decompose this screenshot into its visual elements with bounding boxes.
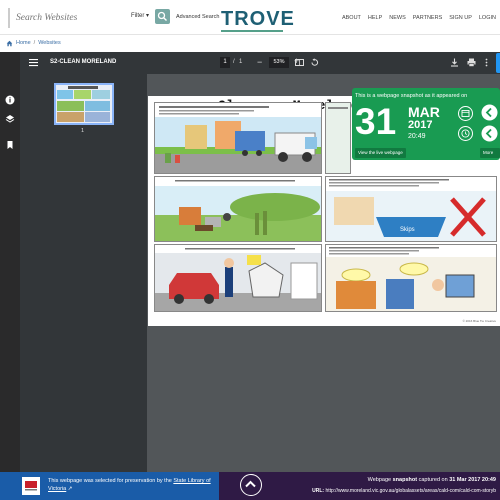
document-title: S2-CLEAN MORELAND	[50, 59, 117, 65]
zoom-level-input[interactable]: 53%	[269, 57, 289, 68]
breadcrumb-current[interactable]: Websites	[38, 40, 61, 46]
preservation-text: This webpage was selected for preservati…	[48, 477, 218, 493]
trove-logo[interactable]: TROVE	[221, 8, 295, 31]
zoom-out-icon[interactable]: −	[257, 57, 262, 67]
comic-panel-partial	[325, 102, 351, 174]
search-button[interactable]	[155, 9, 170, 24]
calendar-icon[interactable]	[458, 106, 473, 121]
page-total: 1	[239, 59, 243, 65]
top-nav: ABOUT HELP NEWS PARTNERS SIGN UP LOGIN	[342, 15, 496, 21]
nav-sign-up[interactable]: SIGN UP	[449, 15, 472, 21]
bookmark-icon[interactable]	[5, 140, 15, 150]
clock-icon[interactable]	[458, 126, 473, 141]
logo-underline	[221, 30, 283, 32]
pdf-toolbar: S2-CLEAN MORELAND 1 / 1 − 53% +	[20, 52, 500, 74]
chevron-up-icon	[245, 480, 256, 488]
page-number-input[interactable]: 1	[220, 57, 230, 68]
breadcrumb-home[interactable]: Home	[16, 40, 31, 46]
home-icon	[6, 40, 13, 46]
capture-middle: captured on	[418, 477, 448, 483]
nav-login[interactable]: LOGIN	[479, 15, 496, 21]
snapshot-panel: This is a webpage snapshot as it appeare…	[352, 88, 500, 165]
breadcrumb: Home / Websites	[6, 38, 61, 48]
snapshot-time: 20:49	[408, 133, 426, 140]
print-icon[interactable]	[467, 58, 476, 67]
archived-url[interactable]: http://www.moreland.vic.gov.au/globalass…	[325, 488, 496, 494]
left-rail	[0, 52, 20, 472]
menu-icon[interactable]	[29, 58, 38, 67]
previous-snapshot-icon[interactable]	[481, 104, 498, 121]
skip-bin-image: Skips	[326, 177, 496, 241]
external-link-icon[interactable]: ↗	[68, 486, 73, 492]
preservation-banner: This webpage was selected for preservati…	[0, 472, 219, 500]
nav-help[interactable]: HELP	[368, 15, 382, 21]
advanced-search-link[interactable]: Advanced Search	[176, 14, 219, 20]
snapshot-month: MAR	[408, 104, 440, 120]
fullscreen-button[interactable]	[496, 53, 500, 73]
filter-label: Filter	[131, 13, 145, 19]
info-icon[interactable]	[5, 95, 15, 105]
page-footnote: © 2016 Blue Tie Creative	[462, 319, 496, 323]
page-thumbnail[interactable]	[54, 83, 114, 125]
url-label: URL:	[312, 488, 325, 494]
comic-panel-skips: Skips	[325, 176, 497, 242]
next-snapshot-icon[interactable]	[481, 125, 498, 142]
nav-news[interactable]: NEWS	[389, 15, 406, 21]
breadcrumb-separator: /	[33, 40, 36, 46]
page-separator: /	[233, 59, 235, 65]
thumbnail-page-number: 1	[81, 128, 85, 134]
capture-date: 31 Mar 2017 20:49	[449, 477, 496, 483]
search-input[interactable]	[16, 9, 126, 27]
nav-partners[interactable]: PARTNERS	[413, 15, 442, 21]
collapse-banner-button[interactable]	[240, 474, 262, 496]
comic-panel-truck	[154, 102, 322, 174]
search-icon	[157, 11, 167, 21]
view-live-webpage-button[interactable]: View the live webpage	[355, 148, 406, 158]
comic-panel-fine	[154, 244, 322, 312]
capture-prefix: Webpage	[367, 477, 392, 483]
layers-icon[interactable]	[5, 114, 15, 124]
state-library-logo	[22, 477, 40, 495]
filter-dropdown[interactable]: Filter ▾	[131, 12, 149, 19]
snapshot-day: 31	[355, 101, 397, 142]
more-options-icon[interactable]	[482, 58, 491, 67]
fit-page-icon[interactable]	[295, 58, 304, 67]
nav-about[interactable]: ABOUT	[342, 15, 361, 21]
capture-bold: snapshot	[392, 477, 418, 483]
preservation-message: This webpage was selected for preservati…	[48, 478, 172, 484]
capture-info: Webpage snapshot captured on 31 Mar 2017…	[368, 477, 496, 483]
site-header: Filter ▾ Advanced Search TROVE ABOUT HEL…	[0, 0, 500, 35]
comic-panel-dumping	[154, 176, 322, 242]
svg-text:Skips: Skips	[400, 227, 415, 233]
truck-scene-image	[155, 103, 321, 173]
dumping-scene-image	[155, 177, 321, 241]
more-snapshots-button[interactable]: More sn	[480, 148, 500, 165]
rotate-icon[interactable]	[310, 58, 319, 67]
url-info: URL: http://www.moreland.vic.gov.au/glob…	[312, 488, 496, 494]
snapshot-year: 2017	[408, 119, 433, 131]
expand-icon	[496, 53, 500, 73]
report-online-image	[326, 245, 496, 311]
police-scene-image	[155, 245, 321, 311]
download-icon[interactable]	[450, 58, 459, 67]
comic-panel-report	[325, 244, 497, 312]
snapshot-heading: This is a webpage snapshot as it appeare…	[355, 93, 468, 99]
caret-down-icon: ▾	[146, 13, 150, 19]
